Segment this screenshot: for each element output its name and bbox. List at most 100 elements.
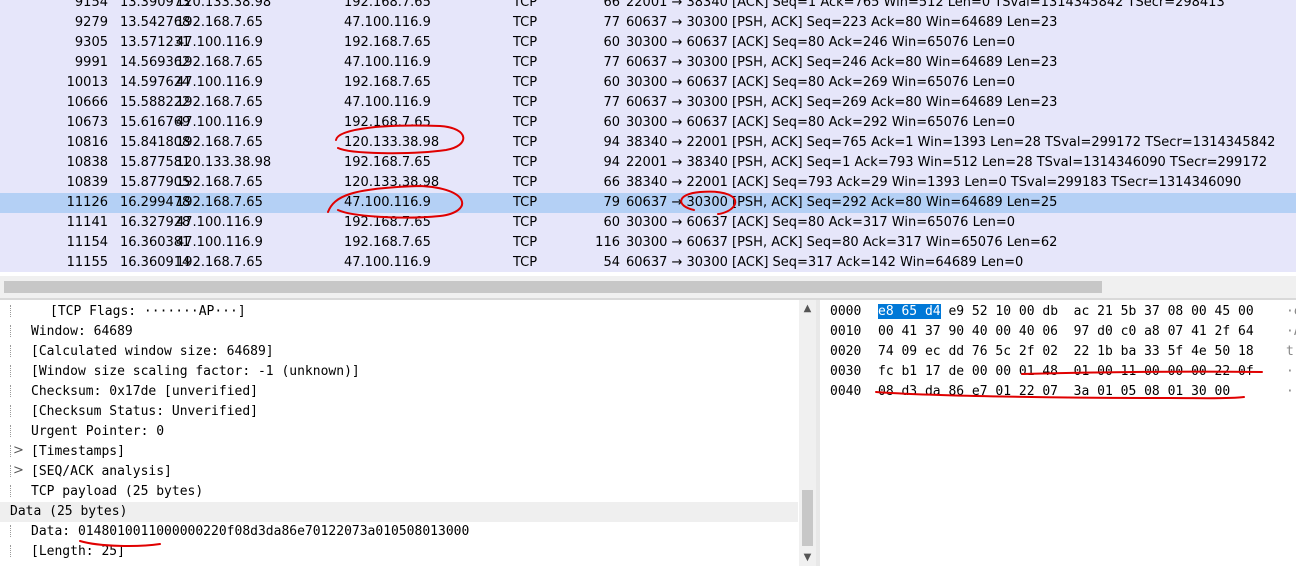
- detail-text: Data (25 bytes): [10, 504, 128, 519]
- detail-row[interactable]: [Checksum Status: Unverified]: [0, 402, 798, 422]
- horizontal-scrollbar-thumb[interactable]: [4, 281, 1102, 293]
- bytes-ascii[interactable]: ·A: [1286, 324, 1296, 340]
- detail-row[interactable]: Checksum: 0x17de [unverified]: [0, 382, 798, 402]
- packet-length: 60: [603, 215, 620, 230]
- packet-length: 60: [603, 115, 620, 130]
- bytes-ascii[interactable]: ··: [1286, 384, 1296, 400]
- horizontal-scrollbar[interactable]: [0, 276, 1296, 298]
- detail-row[interactable]: Data (25 bytes): [0, 502, 798, 522]
- detail-row[interactable]: [Length: 25]: [0, 542, 798, 562]
- scroll-up-arrow-icon[interactable]: ▲: [799, 300, 816, 317]
- tree-guide-line: [10, 385, 12, 397]
- packet-details-pane[interactable]: [TCP Flags: ·······AP···] Window: 64689 [C…: [0, 300, 816, 566]
- packet-row[interactable]: 11155 16.360914 192.168.7.65 47.100.116.9 TC…: [0, 253, 1296, 272]
- packet-info: 60637 → 30300 [PSH, ACK] Seq=246 Ack=80 …: [626, 55, 1058, 70]
- packet-length: 94: [603, 155, 620, 170]
- bytes-offset: 0040: [830, 384, 862, 399]
- packet-length: 60: [603, 75, 620, 90]
- packet-info: 30300 → 60637 [ACK] Seq=80 Ack=292 Win=6…: [626, 115, 1016, 130]
- details-vertical-scrollbar[interactable]: ▲ ▼: [799, 300, 816, 566]
- bytes-hex[interactable]: fc b1 17 de 00 00 01 48 01 00 11 00 00 0…: [878, 364, 1254, 380]
- packet-bytes-pane[interactable]: 0000 e8 65 d4 e9 52 10 00 db ac 21 5b 37 …: [820, 300, 1296, 566]
- bytes-offset: 0020: [830, 344, 862, 359]
- packet-length: 77: [603, 95, 620, 110]
- tree-guide-line: [10, 405, 12, 417]
- packet-info: 30300 → 60637 [PSH, ACK] Seq=80 Ack=317 …: [626, 235, 1058, 250]
- detail-text: [Timestamps]: [31, 444, 125, 459]
- packet-row[interactable]: 9305 13.571231 47.100.116.9 192.168.7.65 TCP…: [0, 33, 1296, 53]
- packet-info: 38340 → 22001 [ACK] Seq=793 Ack=29 Win=1…: [626, 175, 1242, 190]
- packet-length: 77: [603, 55, 620, 70]
- detail-text: TCP payload (25 bytes): [31, 484, 204, 499]
- bytes-offset: 0030: [830, 364, 862, 379]
- bytes-hex-values: 08 d3 da 86 e7 01 22 07 3a 01 05 08 01 3…: [878, 384, 1231, 399]
- tree-guide-line: [10, 305, 12, 317]
- packet-row[interactable]: 11126 16.299478 192.168.7.65 47.100.116.9 TC…: [0, 193, 1296, 213]
- packet-row[interactable]: 10839 15.877905 192.168.7.65 120.133.38.98 T…: [0, 173, 1296, 193]
- packet-list[interactable]: 9154 13.390973 120.133.38.98 192.168.7.65 TC…: [0, 0, 1296, 272]
- bytes-ascii[interactable]: ·e: [1286, 304, 1296, 320]
- packet-info: 60637 → 30300 [ACK] Seq=317 Ack=142 Win=…: [626, 255, 1024, 270]
- packet-row[interactable]: 11154 16.360381 47.100.116.9 192.168.7.65 TC…: [0, 233, 1296, 253]
- tree-guide-line: [10, 465, 12, 477]
- detail-text: [Checksum Status: Unverified]: [31, 404, 258, 419]
- packet-info: 60637 → 30300 [PSH, ACK] Seq=223 Ack=80 …: [626, 15, 1058, 30]
- packet-length: 66: [603, 0, 620, 10]
- packet-row[interactable]: 10666 15.588222 192.168.7.65 47.100.116.9 TC…: [0, 93, 1296, 113]
- detail-text: [TCP Flags: ·······AP···]: [50, 304, 246, 319]
- detail-text: [SEQ/ACK analysis]: [31, 464, 172, 479]
- packet-row[interactable]: 10673 15.616769 47.100.116.9 192.168.7.65 TC…: [0, 113, 1296, 133]
- detail-text: [Length: 25]: [31, 544, 125, 559]
- detail-text: Data: 0148010011000000220f08d3da86e70122…: [31, 524, 470, 539]
- tree-guide-line: [10, 345, 12, 357]
- packet-info: 22001 → 38340 [ACK] Seq=1 Ack=765 Win=51…: [626, 0, 1225, 10]
- packet-length: 94: [603, 135, 620, 150]
- detail-row[interactable]: [Calculated window size: 64689]: [0, 342, 798, 362]
- detail-row[interactable]: Data: 0148010011000000220f08d3da86e70122…: [0, 522, 798, 542]
- bytes-hex[interactable]: e8 65 d4 e9 52 10 00 db ac 21 5b 37 08 0…: [878, 304, 1254, 320]
- detail-row[interactable]: Urgent Pointer: 0: [0, 422, 798, 442]
- bytes-selected-hex[interactable]: e8 65 d4: [878, 304, 941, 319]
- detail-row[interactable]: [Window size scaling factor: -1 (unknown…: [0, 362, 798, 382]
- packet-row[interactable]: 10838 15.877581 120.133.38.98 192.168.7.65 T…: [0, 153, 1296, 173]
- details-scrollbar-thumb[interactable]: [802, 490, 813, 546]
- bytes-hex[interactable]: 74 09 ec dd 76 5c 2f 02 22 1b ba 33 5f 4…: [878, 344, 1254, 360]
- detail-text: Urgent Pointer: 0: [31, 424, 165, 439]
- packet-row[interactable]: 9279 13.542768 192.168.7.65 47.100.116.9 TCP…: [0, 13, 1296, 33]
- detail-row[interactable]: [TCP Flags: ·······AP···]: [0, 302, 798, 322]
- tree-guide-line: [10, 525, 12, 537]
- detail-text: [Calculated window size: 64689]: [31, 344, 274, 359]
- packet-row[interactable]: 9991 14.569362 192.168.7.65 47.100.116.9 TCP…: [0, 53, 1296, 73]
- bytes-hex[interactable]: 08 d3 da 86 e7 01 22 07 3a 01 05 08 01 3…: [878, 384, 1230, 400]
- detail-row[interactable]: Window: 64689: [0, 322, 798, 342]
- bytes-offset: 0010: [830, 324, 862, 339]
- expand-chevron-icon[interactable]: >: [13, 443, 24, 458]
- packet-info: 22001 → 38340 [PSH, ACK] Seq=1 Ack=793 W…: [626, 155, 1268, 170]
- packet-length: 66: [603, 175, 620, 190]
- packet-length: 116: [595, 235, 620, 250]
- tree-guide-line: [10, 365, 12, 377]
- packet-info: 30300 → 60637 [ACK] Seq=80 Ack=246 Win=6…: [626, 35, 1016, 50]
- bytes-ascii[interactable]: t·: [1286, 344, 1296, 360]
- bytes-hex[interactable]: 00 41 37 90 40 00 40 06 97 d0 c0 a8 07 4…: [878, 324, 1254, 340]
- tree-guide-line: [10, 545, 12, 557]
- packet-row[interactable]: 10816 15.841808 192.168.7.65 120.133.38.98 T…: [0, 133, 1296, 153]
- bytes-hex-values: e9 52 10 00 db ac 21 5b 37 08 00 45 00: [940, 304, 1254, 319]
- packet-row[interactable]: 9154 13.390973 120.133.38.98 192.168.7.65 TC…: [0, 0, 1296, 13]
- packet-info: 30300 → 60637 [ACK] Seq=80 Ack=317 Win=6…: [626, 215, 1016, 230]
- packet-info: 38340 → 22001 [PSH, ACK] Seq=765 Ack=1 W…: [626, 135, 1276, 150]
- detail-text: [Window size scaling factor: -1 (unknown…: [31, 364, 360, 379]
- bytes-ascii[interactable]: ··: [1286, 364, 1296, 380]
- detail-text: Checksum: 0x17de [unverified]: [31, 384, 258, 399]
- scroll-down-arrow-icon[interactable]: ▼: [799, 549, 816, 566]
- detail-text: Window: 64689: [31, 324, 133, 339]
- packet-row[interactable]: 10013 14.597624 47.100.116.9 192.168.7.65 TC…: [0, 73, 1296, 93]
- tree-guide-line: [10, 445, 12, 457]
- detail-row[interactable]: > [SEQ/ACK analysis]: [0, 462, 798, 482]
- packet-row[interactable]: 11141 16.327928 47.100.116.9 192.168.7.65 TC…: [0, 213, 1296, 233]
- expand-chevron-icon[interactable]: >: [13, 463, 24, 478]
- detail-row[interactable]: TCP payload (25 bytes): [0, 482, 798, 502]
- packet-info: 30300 → 60637 [ACK] Seq=80 Ack=269 Win=6…: [626, 75, 1016, 90]
- detail-row[interactable]: > [Timestamps]: [0, 442, 798, 462]
- bytes-hex-values: 74 09 ec dd 76 5c 2f 02 22 1b ba 33 5f 4…: [878, 344, 1254, 359]
